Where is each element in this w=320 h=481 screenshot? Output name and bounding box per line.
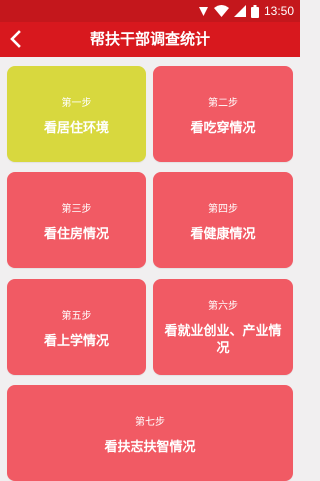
step-card-6[interactable]: 第六步 看就业创业、产业情况 — [153, 279, 293, 375]
signal-icon — [233, 5, 246, 17]
status-icons: 13:50 — [198, 2, 294, 20]
step-number: 第四步 — [208, 204, 238, 215]
step-card-4[interactable]: 第四步 看健康情况 — [153, 172, 293, 268]
app-bar: 帮扶干部调查统计 — [0, 22, 300, 57]
step-number: 第五步 — [61, 311, 92, 322]
step-label: 看吃穿情况 — [190, 121, 256, 136]
status-bar: 13:50 — [0, 0, 300, 22]
step-label: 看就业创业、产业情况 — [164, 324, 282, 356]
step-number: 第三步 — [61, 204, 92, 215]
battery-icon — [250, 4, 259, 18]
step-label: 看扶志扶智情况 — [104, 440, 196, 455]
step-label: 看上学情况 — [43, 334, 109, 349]
step-card-3[interactable]: 第三步 看住房情况 — [7, 172, 146, 268]
step-label: 看居住环境 — [43, 121, 109, 136]
step-label: 看住房情况 — [43, 227, 109, 242]
step-number: 第二步 — [208, 98, 238, 109]
status-time: 13:50 — [263, 4, 294, 18]
step-card-1[interactable]: 第一步 看居住环境 — [7, 66, 146, 162]
back-button[interactable] — [4, 26, 26, 52]
step-card-2[interactable]: 第二步 看吃穿情况 — [153, 66, 293, 162]
page-title: 帮扶干部调查统计 — [89, 30, 210, 48]
wifi-icon — [213, 5, 229, 17]
step-number: 第七步 — [135, 417, 165, 428]
notification-icon — [198, 6, 209, 17]
step-card-7[interactable]: 第七步 看扶志扶智情况 — [7, 385, 293, 481]
step-number: 第六步 — [208, 301, 238, 312]
step-number: 第一步 — [61, 98, 92, 109]
back-arrow-icon — [10, 30, 21, 48]
step-card-5[interactable]: 第五步 看上学情况 — [7, 279, 146, 375]
step-label: 看健康情况 — [190, 227, 256, 242]
